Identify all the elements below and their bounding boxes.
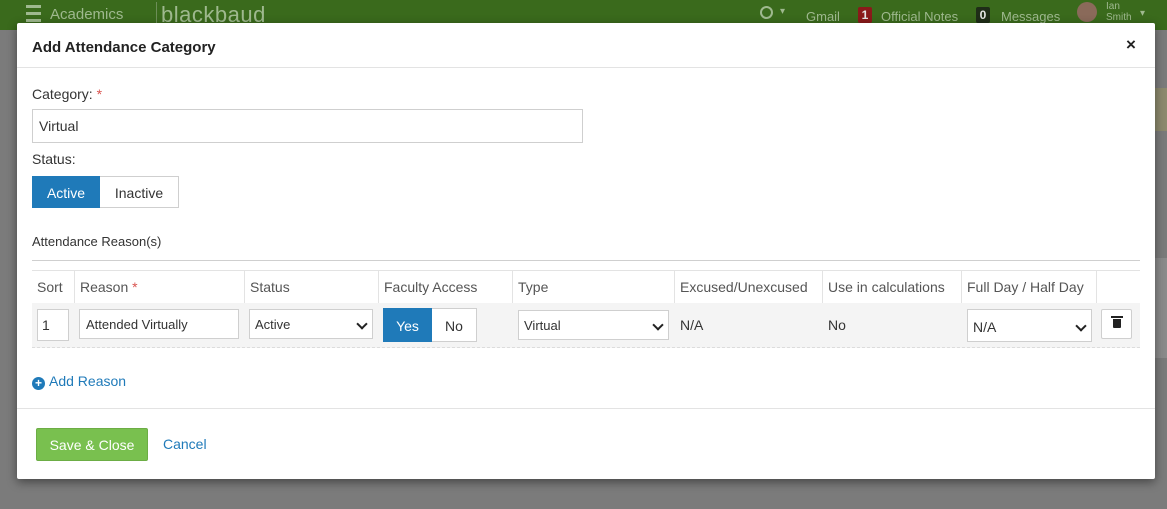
column-header-sort: Sort <box>37 279 63 295</box>
modal-header: Add Attendance Category × <box>17 23 1155 68</box>
user-first-name[interactable]: Ian <box>1106 1 1120 12</box>
required-marker: * <box>96 86 103 102</box>
column-header-reason: Reason * <box>74 271 244 303</box>
attendance-reasons-heading: Attendance Reason(s) <box>32 234 162 249</box>
excused-value: N/A <box>680 317 704 333</box>
category-label: Category: * <box>32 86 102 102</box>
column-header-faculty-access: Faculty Access <box>378 271 512 303</box>
official-notes-link[interactable]: Official Notes <box>881 9 958 24</box>
delete-reason-button[interactable] <box>1101 309 1132 339</box>
table-row: Active Yes No Virtual N/A No N/A <box>32 303 1140 348</box>
cancel-link[interactable]: Cancel <box>163 436 207 452</box>
plus-circle-icon: + <box>32 377 45 390</box>
column-header-status: Status <box>244 271 378 303</box>
background-alert-strip <box>1155 88 1167 131</box>
required-marker: * <box>132 279 138 295</box>
type-select[interactable]: Virtual <box>518 310 669 340</box>
full-half-day-select-value: N/A <box>973 319 997 335</box>
column-header-type: Type <box>512 271 674 303</box>
status-active-option[interactable]: Active <box>32 176 100 208</box>
close-icon[interactable]: × <box>1123 36 1139 53</box>
use-in-calculations-value: No <box>828 317 846 333</box>
save-and-close-button[interactable]: Save & Close <box>36 428 148 461</box>
status-inactive-option[interactable]: Inactive <box>100 176 179 208</box>
sort-input[interactable] <box>37 309 69 341</box>
chevron-down-icon <box>356 318 368 330</box>
faculty-access-toggle: Yes No <box>383 308 477 342</box>
user-chevron-down-icon[interactable]: ▾ <box>1140 8 1145 19</box>
chevron-down-icon <box>652 319 664 331</box>
column-header-excused: Excused/Unexcused <box>674 271 822 303</box>
add-reason-link[interactable]: + Add Reason <box>32 373 126 390</box>
footer-divider <box>17 408 1155 409</box>
status-select-value: Active <box>255 317 291 332</box>
avatar[interactable] <box>1077 2 1097 22</box>
status-label: Status: <box>32 151 76 167</box>
modal-title: Add Attendance Category <box>32 39 216 56</box>
trash-icon <box>1111 316 1123 328</box>
messages-count-badge: 0 <box>976 7 990 23</box>
add-attendance-category-dialog: Add Attendance Category × Category: * St… <box>17 23 1155 479</box>
faculty-access-yes-option[interactable]: Yes <box>383 308 432 342</box>
notes-count-badge: 1 <box>858 7 872 23</box>
category-input[interactable] <box>32 109 583 143</box>
section-divider <box>32 260 1140 261</box>
category-label-text: Category: <box>32 86 93 102</box>
chevron-down-icon[interactable]: ▾ <box>780 6 785 17</box>
menu-icon[interactable] <box>26 5 41 22</box>
app-name[interactable]: Academics <box>50 6 123 23</box>
search-icon[interactable] <box>760 6 773 19</box>
gmail-link[interactable]: Gmail <box>806 9 840 24</box>
full-half-day-select[interactable]: N/A <box>967 309 1092 342</box>
user-last-name[interactable]: Smith <box>1106 12 1132 23</box>
reason-input[interactable] <box>79 309 239 339</box>
status-select[interactable]: Active <box>249 309 373 339</box>
type-select-value: Virtual <box>524 318 561 333</box>
column-header-reason-text: Reason <box>80 279 129 295</box>
column-header-use-in-calculations: Use in calculations <box>822 271 961 303</box>
faculty-access-no-option[interactable]: No <box>432 308 477 342</box>
add-reason-label: Add Reason <box>49 373 127 389</box>
background-content <box>1155 258 1167 358</box>
messages-link[interactable]: Messages <box>1001 9 1060 24</box>
column-header-full-half-day: Full Day / Half Day <box>961 271 1096 303</box>
status-toggle: Active Inactive <box>32 176 179 208</box>
reasons-table-header: Sort Reason * Status Faculty Access Type… <box>32 270 1140 304</box>
column-header-actions <box>1096 271 1140 303</box>
chevron-down-icon <box>1075 320 1087 332</box>
